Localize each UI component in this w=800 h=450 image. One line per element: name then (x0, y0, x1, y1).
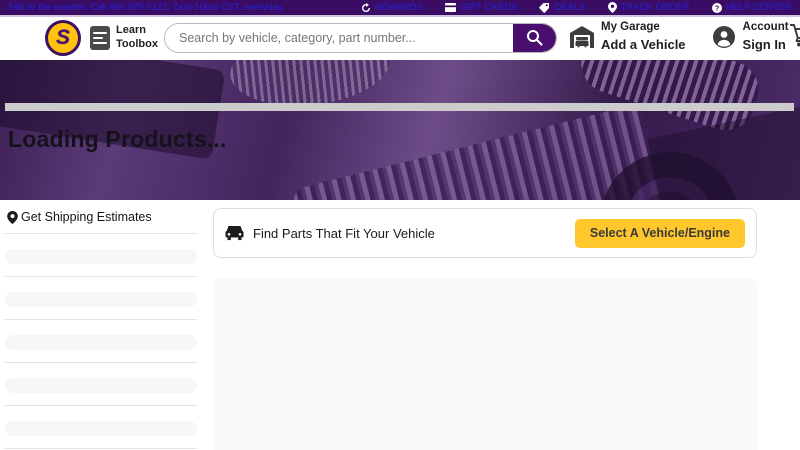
garage-line2: Add a Vehicle (601, 37, 686, 52)
products-skeleton-panel (213, 278, 757, 450)
filters-sidebar: Get Shipping Estimates (5, 200, 197, 450)
account-line1: Account (743, 21, 789, 35)
search-icon (526, 29, 543, 46)
account-line2: Sign In (743, 37, 786, 52)
garage-line1: My Garage (601, 21, 686, 35)
track-order-link[interactable]: TRACK ORDER (608, 2, 690, 13)
help-center-link[interactable]: ? HELP CENTER (712, 2, 792, 13)
learn-toolbox-icon[interactable] (90, 26, 110, 50)
learn-toolbox-label[interactable]: Learn Toolbox (116, 24, 162, 52)
skeleton-filter-row (5, 249, 197, 264)
main-content: Find Parts That Fit Your Vehicle Select … (213, 200, 757, 450)
shipping-estimates-link[interactable]: Get Shipping Estimates (7, 210, 197, 224)
divider (5, 362, 197, 363)
select-vehicle-button[interactable]: Select A Vehicle/Engine (575, 219, 745, 248)
divider (5, 276, 197, 277)
track-order-icon (608, 2, 617, 13)
search-bar (164, 23, 557, 53)
garage-icon (570, 26, 594, 48)
topbar-links: REWARDS GIFT CARDS DEALS TRACK ORDER ? H… (361, 2, 792, 13)
svg-text:?: ? (714, 3, 719, 12)
shipping-estimates-label: Get Shipping Estimates (21, 210, 152, 224)
location-pin-icon (7, 211, 18, 224)
deals-link[interactable]: DEALS (539, 2, 585, 13)
rewards-link[interactable]: REWARDS (361, 2, 423, 13)
cart-icon (789, 23, 800, 48)
gift-cards-link[interactable]: GIFT CARDS (445, 2, 517, 13)
my-garage-button[interactable]: My Garage Add a Vehicle (570, 21, 686, 54)
skeleton-filter-row (5, 378, 197, 393)
cart-button[interactable] (789, 23, 800, 53)
loading-progress-bar (5, 103, 794, 111)
rewards-icon (361, 3, 371, 13)
vehicle-fit-title: Find Parts That Fit Your Vehicle (253, 226, 435, 241)
main-header: S Learn Toolbox My Garage Add a Vehicle … (0, 17, 800, 58)
hero-banner: Loading Products... (0, 60, 800, 200)
skeleton-filter-row (5, 292, 197, 307)
help-center-icon: ? (712, 3, 722, 13)
divider (5, 319, 197, 320)
skeleton-filter-row (5, 335, 197, 350)
divider (5, 233, 197, 234)
utility-topbar: Talk to the experts. Call 800.979.0122, … (0, 0, 800, 17)
gift-cards-icon (445, 3, 456, 12)
search-input[interactable] (165, 24, 513, 52)
divider (5, 405, 197, 406)
skeleton-filter-row (5, 421, 197, 436)
vehicle-fit-card: Find Parts That Fit Your Vehicle Select … (213, 208, 757, 258)
loading-products-text: Loading Products... (8, 126, 226, 153)
account-button[interactable]: Account Sign In (712, 21, 789, 54)
account-icon (712, 25, 736, 49)
deals-icon (539, 3, 550, 13)
search-button[interactable] (513, 24, 556, 52)
divider (5, 448, 197, 449)
speedway-logo[interactable]: S (45, 20, 81, 56)
call-experts-link[interactable]: Talk to the experts. Call 800.979.0122, … (8, 2, 285, 13)
car-icon (225, 225, 244, 241)
